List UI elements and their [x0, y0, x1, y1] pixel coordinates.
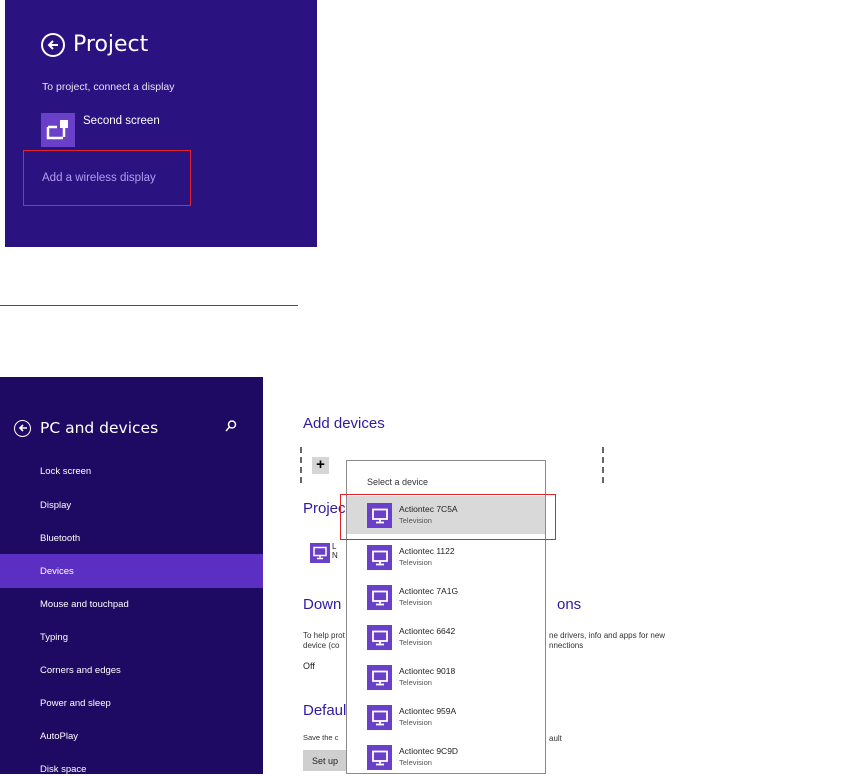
sidebar-item-display[interactable]: Display: [0, 488, 263, 522]
device-type: Television: [399, 678, 432, 687]
sidebar-title: PC and devices: [40, 419, 159, 437]
default-description-right: ault: [549, 734, 562, 743]
device-name: Actiontec 9C9D: [399, 746, 459, 756]
sidebar-item-mouse-touchpad[interactable]: Mouse and touchpad: [0, 587, 263, 621]
device-name: Actiontec 959A: [399, 706, 457, 716]
sidebar-item-devices[interactable]: Devices: [0, 554, 263, 588]
popup-title: Select a device: [367, 477, 429, 487]
device-type: Television: [399, 558, 432, 567]
default-description: Save the c: [303, 733, 339, 742]
monitor-icon: [310, 543, 330, 563]
setup-button[interactable]: Set up: [303, 750, 347, 771]
monitor-icon: [367, 585, 392, 610]
project-header: Project: [41, 32, 148, 57]
device-type: Television: [399, 598, 432, 607]
sidebar-header: PC and devices: [14, 417, 254, 439]
device-name: Actiontec 9018: [399, 666, 456, 676]
pc-settings-sidebar: PC and devices Lock screen Display Bluet…: [0, 377, 263, 774]
device-item[interactable]: Actiontec 9018 Television: [347, 658, 545, 696]
project-subtitle: To project, connect a display: [42, 81, 175, 93]
device-type: Television: [399, 718, 432, 727]
device-item[interactable]: Actiontec 6642 Television: [347, 618, 545, 656]
device-name: Actiontec 7A1G: [399, 586, 459, 596]
highlight-box: [340, 494, 556, 540]
downloads-desc-right-line-1: ne drivers, info and apps for new: [549, 631, 666, 640]
downloads-description-right: ne drivers, info and apps for new nnecti…: [549, 631, 665, 651]
projector-item-fragment: LN: [332, 542, 338, 560]
project-charm-panel: Project To project, connect a display Se…: [5, 0, 317, 247]
divider-link-line: [0, 305, 298, 306]
monitor-icon: [367, 745, 392, 770]
sidebar-item-autoplay[interactable]: AutoPlay: [0, 719, 263, 753]
monitor-icon: [367, 545, 392, 570]
downloads-heading-right: ons: [557, 596, 582, 613]
device-item[interactable]: Actiontec 959A Television: [347, 698, 545, 736]
plus-icon[interactable]: +: [312, 457, 329, 474]
device-name: Actiontec 6642: [399, 626, 456, 636]
downloads-toggle-state[interactable]: Off: [303, 661, 315, 671]
downloads-heading: Down: [303, 596, 342, 613]
sidebar-item-corners-edges[interactable]: Corners and edges: [0, 653, 263, 687]
sidebar-item-bluetooth[interactable]: Bluetooth: [0, 521, 263, 555]
monitor-icon: [367, 665, 392, 690]
monitor-icon: [367, 625, 392, 650]
second-screen-label: Second screen: [83, 115, 160, 127]
downloads-desc-line-1: To help prot: [303, 631, 345, 640]
search-icon[interactable]: [224, 419, 238, 433]
back-arrow-icon[interactable]: [41, 32, 65, 57]
back-arrow-icon[interactable]: [14, 419, 31, 437]
sidebar-item-lock-screen[interactable]: Lock screen: [0, 454, 263, 488]
sidebar-item-power-sleep[interactable]: Power and sleep: [0, 686, 263, 720]
device-item[interactable]: Actiontec 7A1G Television: [347, 578, 545, 616]
downloads-description: To help prot device (co: [303, 631, 345, 651]
downloads-desc-right-line-2: nnections: [549, 641, 584, 650]
sidebar-item-disk-space[interactable]: Disk space: [0, 752, 263, 775]
project-title: Project: [73, 32, 149, 57]
device-item[interactable]: Actiontec 9C9D Television: [347, 738, 545, 776]
device-type: Television: [399, 758, 432, 767]
monitor-icon: [367, 705, 392, 730]
device-name: Actiontec 1122: [399, 546, 455, 556]
highlight-box: [23, 150, 191, 206]
projector-plug-icon: [41, 113, 75, 147]
add-devices-heading: Add devices: [303, 415, 385, 432]
sidebar-item-typing[interactable]: Typing: [0, 620, 263, 654]
device-type: Television: [399, 638, 432, 647]
device-item[interactable]: Actiontec 1122 Television: [347, 538, 545, 576]
default-heading: Defaul: [303, 702, 347, 719]
projector-list-item[interactable]: [310, 543, 330, 563]
downloads-desc-line-2: device (co: [303, 641, 340, 650]
second-screen-option[interactable]: Second screen: [41, 113, 160, 147]
